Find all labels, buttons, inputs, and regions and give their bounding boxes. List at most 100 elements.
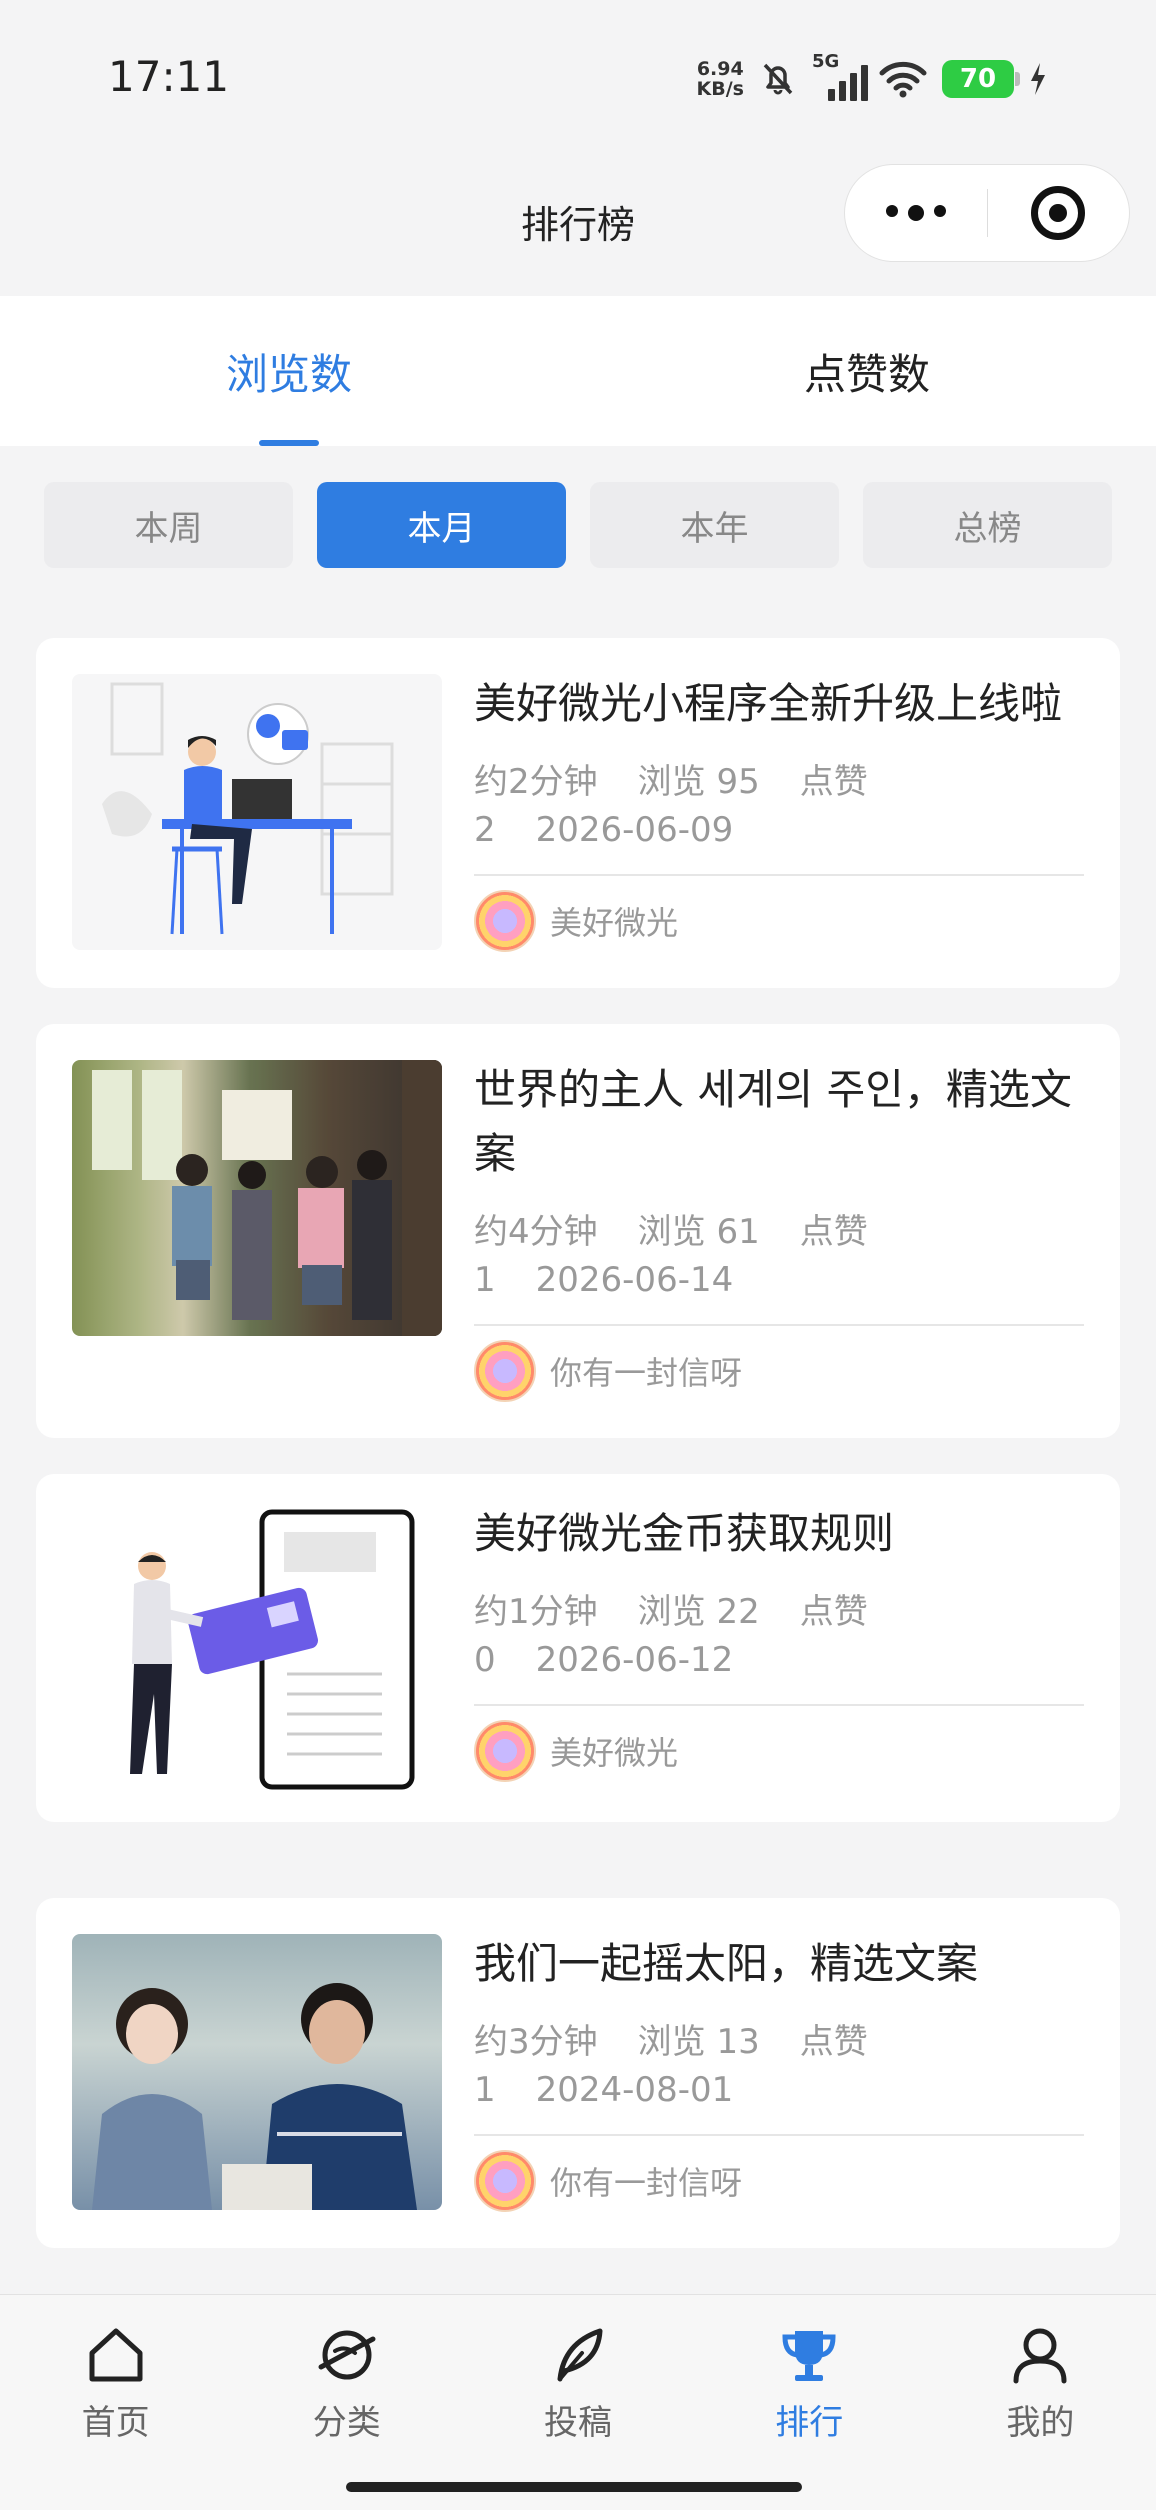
- trophy-icon: [782, 2331, 836, 2381]
- article-title: 世界的主人 세계의 주인，精选文案: [474, 1065, 1072, 1178]
- cellular-signal-icon: 5G: [812, 51, 868, 101]
- publish-date: 2026-06-09: [535, 810, 734, 850]
- ranking-tabs: 浏览数 点赞数: [0, 296, 1156, 446]
- tab-label: 浏览数: [225, 349, 352, 399]
- view-count: 浏览 95: [637, 762, 760, 802]
- period-week-button[interactable]: 本周: [44, 482, 293, 568]
- planet-icon: [318, 2330, 376, 2380]
- divider: [474, 1324, 1084, 1326]
- person-laptop-illustration: [102, 682, 394, 935]
- author-row: 美好微光: [474, 1720, 1084, 1782]
- nav-header: 排行榜: [0, 150, 1156, 290]
- publish-date: 2024-08-01: [535, 2070, 734, 2110]
- battery-icon: 70: [942, 60, 1020, 98]
- view-count: 浏览 61: [637, 1212, 760, 1252]
- user-icon: [1013, 2328, 1067, 2384]
- avatar: [474, 890, 536, 952]
- article-info: 世界的主人 세계의 주인，精选文案 约4分钟 浏览 61 点赞 1 2026-06-1…: [474, 1060, 1084, 1402]
- period-year-button[interactable]: 本年: [590, 482, 839, 568]
- close-miniprogram-button[interactable]: [988, 186, 1130, 240]
- view-count: 浏览 22: [637, 1592, 760, 1632]
- author-name: 你有一封信呀: [550, 2164, 743, 2202]
- bottom-tab-category[interactable]: 分类: [231, 2295, 462, 2465]
- bottom-tab-profile[interactable]: 我的: [925, 2295, 1156, 2465]
- article-title: 美好微光金币获取规则: [474, 1509, 895, 1558]
- avatar: [474, 2150, 536, 2212]
- view-count: 浏览 13: [637, 2022, 760, 2062]
- status-time: 17:11: [108, 52, 230, 101]
- article-meta: 约4分钟 浏览 61 点赞 1 2026-06-14: [474, 1208, 894, 1304]
- article-thumbnail: [72, 1060, 442, 1336]
- author-name: 美好微光: [550, 1734, 679, 1772]
- wifi-icon: [879, 61, 927, 98]
- read-time: 约4分钟: [474, 1212, 598, 1252]
- school-hallway-photo: [72, 1060, 442, 1336]
- author-name: 你有一封信呀: [550, 1354, 743, 1392]
- divider: [474, 2134, 1084, 2136]
- read-time: 约2分钟: [474, 762, 598, 802]
- card-phone-illustration: [130, 1509, 415, 1790]
- tab-label: 点赞数: [803, 349, 930, 399]
- article-card[interactable]: 美好微光小程序全新升级上线啦 约2分钟 浏览 95 点赞 2 2026-06-09 美…: [36, 638, 1120, 988]
- two-people-photo: [92, 1983, 417, 2210]
- bottom-tab-label: 分类: [312, 2403, 381, 2443]
- bottom-tab-label: 首页: [81, 2403, 150, 2443]
- article-info: 我们一起摇太阳，精选文案 约3分钟 浏览 13 点赞 1 2024-08-01 你有一…: [474, 1934, 1084, 2212]
- article-thumbnail: [72, 1504, 442, 1792]
- network-speed-value: 6.94: [696, 58, 744, 80]
- bottom-tab-label: 排行: [775, 2403, 844, 2443]
- mute-icon: [763, 63, 793, 95]
- period-month-button[interactable]: 本月: [317, 482, 566, 568]
- network-speed: 6.94 KB/s: [697, 59, 744, 99]
- article-info: 美好微光金币获取规则 约1分钟 浏览 22 点赞 0 2026-06-12 美好微光: [474, 1504, 1084, 1792]
- home-indicator[interactable]: [346, 2482, 802, 2492]
- article-card[interactable]: 世界的主人 세계의 주인，精选文案 约4分钟 浏览 61 点赞 1 2026-06-1…: [36, 1024, 1120, 1438]
- article-card[interactable]: 我们一起摇太阳，精选文案 约3分钟 浏览 13 点赞 1 2024-08-01 你有一…: [36, 1898, 1120, 2248]
- avatar: [474, 1340, 536, 1402]
- period-all-button[interactable]: 总榜: [863, 482, 1112, 568]
- dot-icon: [933, 205, 946, 217]
- bottom-tab-label: 投稿: [544, 2403, 612, 2443]
- publish-date: 2026-06-12: [535, 1640, 734, 1680]
- article-list: 美好微光小程序全新升级上线啦 约2分钟 浏览 95 点赞 2 2026-06-09 美…: [36, 638, 1120, 2284]
- read-time: 约1分钟: [474, 1592, 598, 1632]
- article-title: 美好微光小程序全新升级上线啦: [474, 679, 1063, 728]
- status-icons: 6.94 KB/s 5G 70: [697, 51, 1048, 104]
- status-bar: 17:11 6.94 KB/s 5G 70: [0, 0, 1156, 150]
- article-card[interactable]: 美好微光金币获取规则 约1分钟 浏览 22 点赞 0 2026-06-12 美好微光: [36, 1474, 1120, 1822]
- bottom-tab-label: 我的: [1006, 2403, 1075, 2443]
- dot-icon: [907, 205, 924, 221]
- publish-date: 2026-06-14: [535, 1260, 734, 1300]
- bottom-tab-submit[interactable]: 投稿: [462, 2295, 693, 2465]
- article-thumbnail: [72, 1934, 442, 2210]
- author-row: 你有一封信呀: [474, 1340, 1084, 1402]
- author-row: 你有一封信呀: [474, 2150, 1084, 2212]
- divider: [474, 1704, 1084, 1706]
- article-meta: 约3分钟 浏览 13 点赞 1 2024-08-01: [474, 2018, 894, 2114]
- network-speed-unit: KB/s: [696, 78, 744, 100]
- bottom-tab-home[interactable]: 首页: [0, 2295, 231, 2465]
- article-meta: 约1分钟 浏览 22 点赞 0 2026-06-12: [474, 1588, 894, 1684]
- author-name: 美好微光: [550, 904, 679, 942]
- tab-views[interactable]: 浏览数: [0, 296, 578, 446]
- battery-level: 70: [959, 64, 997, 94]
- article-meta: 约2分钟 浏览 95 点赞 2 2026-06-09: [474, 758, 894, 854]
- read-time: 约3分钟: [474, 2022, 598, 2062]
- tab-likes[interactable]: 点赞数: [578, 296, 1156, 446]
- period-filter: 本周 本月 本年 总榜: [44, 482, 1112, 568]
- author-row: 美好微光: [474, 890, 1084, 952]
- bottom-tab-bar: 首页 分类 投稿 排行 我的: [0, 2294, 1156, 2510]
- more-options-button[interactable]: [845, 205, 987, 221]
- miniprogram-capsule: [844, 164, 1130, 262]
- avatar: [474, 1720, 536, 1782]
- article-thumbnail: [72, 674, 442, 950]
- bottom-tab-ranking[interactable]: 排行: [694, 2295, 925, 2465]
- dot-icon: [885, 205, 898, 217]
- article-info: 美好微光小程序全新升级上线啦 约2分钟 浏览 95 点赞 2 2026-06-09 美…: [474, 674, 1084, 952]
- charging-icon: [1031, 63, 1045, 95]
- target-icon: [1031, 186, 1086, 240]
- divider: [474, 874, 1084, 876]
- article-title: 我们一起摇太阳，精选文案: [474, 1939, 979, 1988]
- home-icon: [89, 2328, 143, 2382]
- feather-icon: [557, 2328, 603, 2382]
